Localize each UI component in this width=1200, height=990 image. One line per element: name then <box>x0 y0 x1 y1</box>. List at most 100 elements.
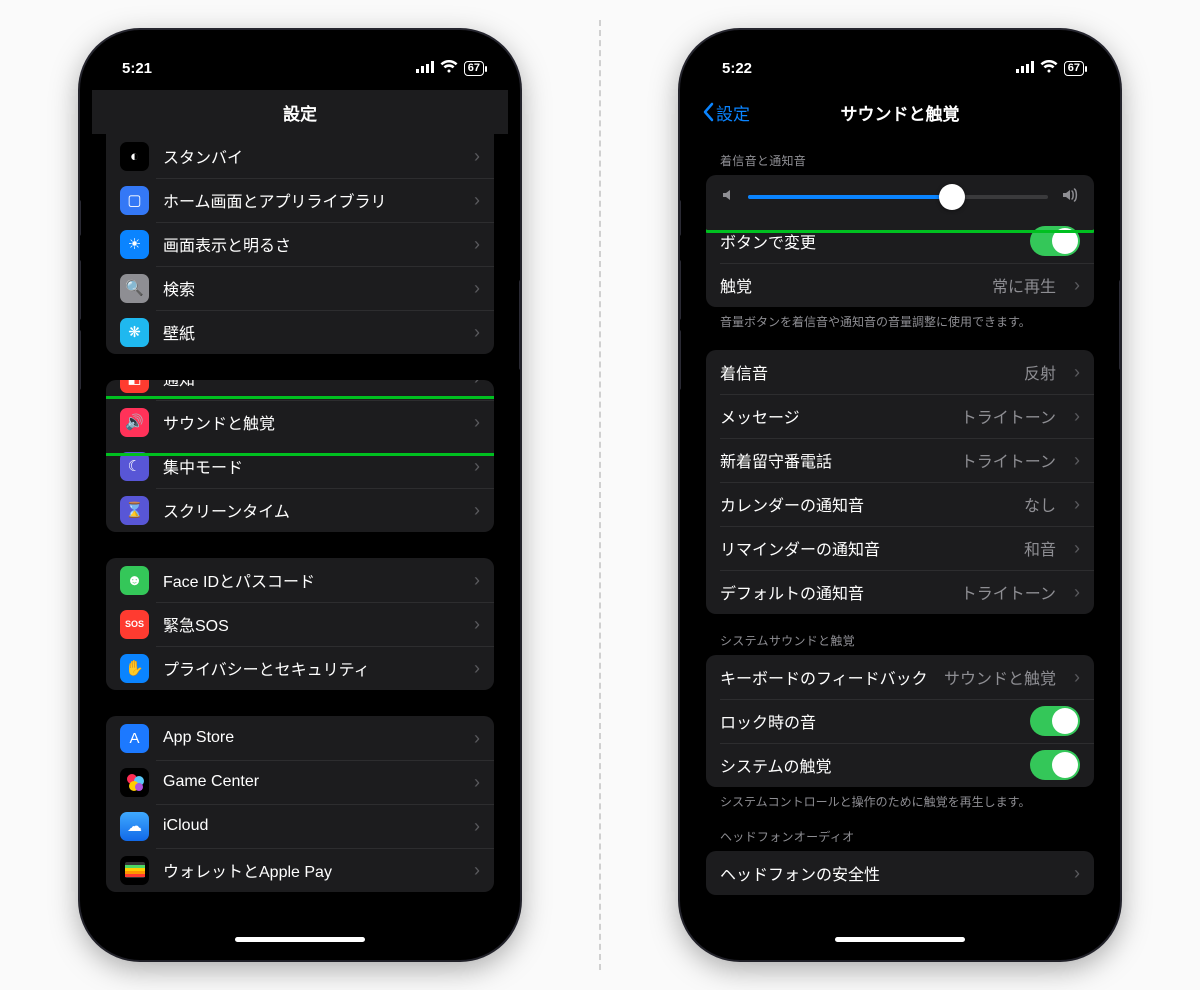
settings-row-iCloud[interactable]: ☁ iCloud › <box>106 804 494 848</box>
検索-icon: 🔍 <box>120 274 149 303</box>
sound-row-着信音[interactable]: 着信音反射› <box>706 350 1094 394</box>
chevron-icon: › <box>474 146 480 167</box>
sound-row-デフォルトの通知音[interactable]: デフォルトの通知音トライトーン› <box>706 570 1094 614</box>
sound-row-リマインダーの通知音[interactable]: リマインダーの通知音和音› <box>706 526 1094 570</box>
system-footer: システムコントロールと操作のために触覚を再生します。 <box>692 787 1108 810</box>
ホーム画面とアプリライブラリ-icon: ▢ <box>120 186 149 215</box>
row-label: 着信音 <box>720 360 1010 384</box>
settings-row-スクリーンタイム[interactable]: ⌛スクリーンタイム› <box>106 488 494 532</box>
サウンドと触覚-icon: 🔊 <box>120 408 149 437</box>
back-button[interactable]: 設定 <box>702 100 750 125</box>
chevron-icon: › <box>474 412 480 433</box>
settings-group-2: ☻ Face IDとパスコード › SOS緊急SOS›✋プライバシーとセキュリティ› <box>106 558 494 690</box>
row-label: 触覚 <box>720 273 978 297</box>
lock-sound-row[interactable]: ロック時の音 <box>706 699 1094 743</box>
settings-row-緊急SOS[interactable]: SOS緊急SOS› <box>106 602 494 646</box>
row-label: 画面表示と明るさ <box>163 232 456 256</box>
headphone-group: ヘッドフォンの安全性› <box>706 851 1094 895</box>
スクリーンタイム-icon: ⌛ <box>120 496 149 525</box>
settings-list[interactable]: ◐スタンバイ›▢ホーム画面とアプリライブラリ›☀画面表示と明るさ›🔍検索›❋壁紙… <box>92 134 508 948</box>
chevron-icon: › <box>1074 494 1080 515</box>
row-label: システムの触覚 <box>720 753 1016 777</box>
row-value: 和音 <box>1024 536 1056 560</box>
chevron-icon: › <box>474 190 480 211</box>
chevron-icon: › <box>474 816 480 837</box>
chevron-icon: › <box>474 860 480 881</box>
system-header: システムサウンドと触覚 <box>692 614 1108 655</box>
row-label: メッセージ <box>720 404 947 428</box>
chevron-icon: › <box>1074 582 1080 603</box>
row-label: 壁紙 <box>163 320 456 344</box>
row-label: Face IDとパスコード <box>163 568 456 592</box>
sounds-list[interactable]: 着信音と通知音ボタンで変更触覚常に再生›音量ボタンを着信音や通知音の音量調整に使… <box>692 134 1108 948</box>
ringer-footer: 音量ボタンを着信音や通知音の音量調整に使用できます。 <box>692 307 1108 330</box>
change-with-buttons-row[interactable]: ボタンで変更 <box>706 219 1094 263</box>
chevron-icon: › <box>474 380 480 389</box>
settings-row-検索[interactable]: 🔍検索› <box>106 266 494 310</box>
volume-slider[interactable] <box>748 195 1048 199</box>
row-value: なし <box>1024 492 1056 516</box>
row-label: リマインダーの通知音 <box>720 536 1010 560</box>
status-time: 5:21 <box>122 60 152 77</box>
settings-group-0: ◐スタンバイ›▢ホーム画面とアプリライブラリ›☀画面表示と明るさ›🔍検索›❋壁紙… <box>106 134 494 354</box>
sounds-group: 着信音反射›メッセージトライトーン›新着留守番電話トライトーン›カレンダーの通知… <box>706 350 1094 614</box>
settings-row-ウォレットとApple Pay[interactable]: ウォレットとApple Pay› <box>106 848 494 892</box>
settings-row-ホーム画面とアプリライブラリ[interactable]: ▢ホーム画面とアプリライブラリ› <box>106 178 494 222</box>
row-value: トライトーン <box>961 404 1056 428</box>
system-haptics-row[interactable]: システムの触覚 <box>706 743 1094 787</box>
nav-bar: 設定 サウンドと触覚 <box>692 90 1108 134</box>
sound-row-メッセージ[interactable]: メッセージトライトーン› <box>706 394 1094 438</box>
chevron-icon: › <box>474 658 480 679</box>
haptics-row[interactable]: 触覚常に再生› <box>706 263 1094 307</box>
row-label: ヘッドフォンの安全性 <box>720 861 1056 885</box>
settings-row-Face IDとパスコード[interactable]: ☻Face IDとパスコード› <box>106 558 494 602</box>
wifi-icon <box>440 60 458 77</box>
settings-row-集中モード[interactable]: ☾集中モード› <box>106 444 494 488</box>
sound-row-カレンダーの通知音[interactable]: カレンダーの通知音なし› <box>706 482 1094 526</box>
keyboard-feedback-row[interactable]: キーボードのフィードバックサウンドと触覚› <box>706 655 1094 699</box>
row-value: トライトーン <box>961 448 1056 472</box>
battery-icon: 67 <box>464 61 484 76</box>
toggle-switch[interactable] <box>1030 750 1080 780</box>
settings-row-App Store[interactable]: AApp Store› <box>106 716 494 760</box>
row-label: ロック時の音 <box>720 709 1016 733</box>
settings-row-プライバシーとセキュリティ[interactable]: ✋プライバシーとセキュリティ› <box>106 646 494 690</box>
volume-slider-row[interactable] <box>706 175 1094 219</box>
settings-row-画面表示と明るさ[interactable]: ☀画面表示と明るさ› <box>106 222 494 266</box>
settings-row-通知[interactable]: ◧通知› <box>106 380 494 400</box>
sound-row-新着留守番電話[interactable]: 新着留守番電話トライトーン› <box>706 438 1094 482</box>
toggle-switch[interactable] <box>1030 706 1080 736</box>
iCloud-icon: ☁ <box>120 812 149 841</box>
row-label: iCloud <box>163 817 456 835</box>
settings-row-サウンドと触覚[interactable]: 🔊 サウンドと触覚 › <box>106 400 494 444</box>
headphone-header: ヘッドフォンオーディオ <box>692 810 1108 851</box>
battery-icon: 67 <box>1064 61 1084 76</box>
page-title: 設定 <box>283 100 317 125</box>
row-label: サウンドと触覚 <box>163 410 456 434</box>
chevron-icon: › <box>1074 667 1080 688</box>
dynamic-island <box>238 40 363 72</box>
dynamic-island <box>838 40 963 72</box>
home-indicator[interactable] <box>835 937 965 942</box>
headphone-safety-row[interactable]: ヘッドフォンの安全性› <box>706 851 1094 895</box>
settings-row-スタンバイ[interactable]: ◐スタンバイ› <box>106 134 494 178</box>
settings-row-壁紙[interactable]: ❋壁紙› <box>106 310 494 354</box>
App Store-icon: A <box>120 724 149 753</box>
phone-frame-left: 5:21 67 設定 ◐スタンバイ›▢ホーム画面とアプリライブラリ›☀画面表示と… <box>80 30 520 960</box>
chevron-icon: › <box>474 278 480 299</box>
Face IDとパスコード-icon: ☻ <box>120 566 149 595</box>
home-indicator[interactable] <box>235 937 365 942</box>
phone-frame-right: 5:22 67 設定 サウンドと触覚 着信音と通知音ボタンで変更触覚常に再生›音… <box>680 30 1120 960</box>
signal-icon <box>416 60 434 77</box>
row-label: ボタンで変更 <box>720 229 1016 253</box>
row-label: App Store <box>163 729 456 747</box>
ウォレットとApple Pay-icon <box>120 856 149 885</box>
wifi-icon <box>1040 60 1058 77</box>
ringer-group: ボタンで変更触覚常に再生› <box>706 175 1094 307</box>
status-time: 5:22 <box>722 60 752 77</box>
settings-row-Game Center[interactable]: Game Center› <box>106 760 494 804</box>
toggle-switch[interactable] <box>1030 226 1080 256</box>
row-label: スクリーンタイム <box>163 498 456 522</box>
Game Center-icon <box>120 768 149 797</box>
chevron-icon: › <box>474 772 480 793</box>
